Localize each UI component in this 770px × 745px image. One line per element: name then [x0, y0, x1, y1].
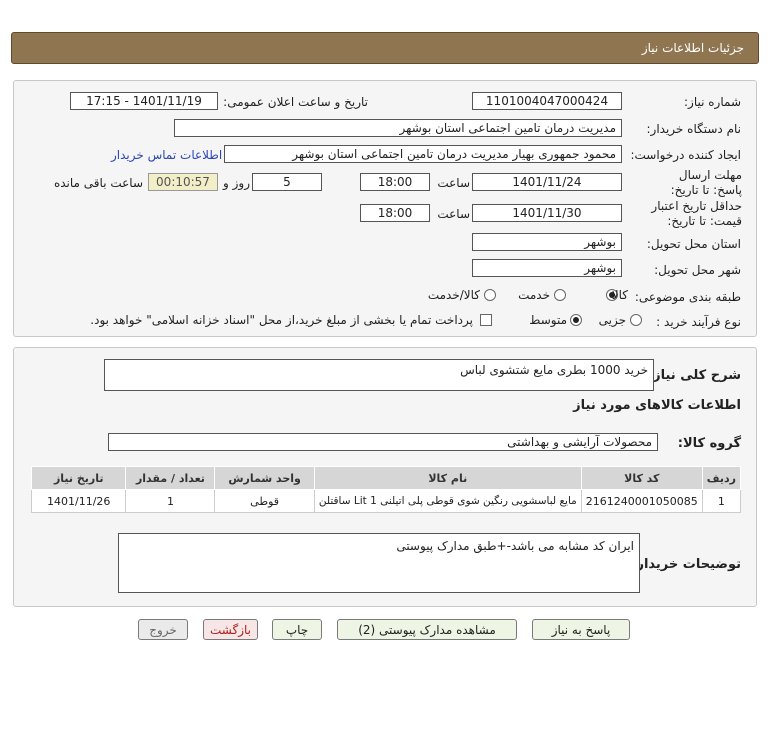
validity-date-field: 1401/11/30 — [472, 204, 622, 222]
summary-field: خرید 1000 بطری مایع شتشوی لباس — [104, 359, 654, 391]
buyer-contact-link[interactable]: اطلاعات تماس خریدار — [111, 148, 222, 162]
col-need-date: تاریخ نیاز — [30, 466, 127, 490]
announce-label: تاریخ و ساعت اعلان عمومی: — [223, 95, 368, 109]
col-goods-name: نام کالا — [313, 466, 582, 490]
validity-time-field: 18:00 — [360, 204, 430, 222]
goods-info-title: اطلاعات کالاهای مورد نیاز — [573, 398, 741, 413]
buyer-label: نام دستگاه خریدار: — [646, 122, 742, 136]
view-attachments-button[interactable]: مشاهده مدارک پیوستی (2) — [337, 619, 517, 640]
need-number-field: 1101004047000424 — [472, 92, 622, 110]
goods-table: ردیف کد کالا نام کالا واحد شمارش تعداد /… — [30, 466, 742, 513]
remaining-label: ساعت باقی مانده — [53, 176, 143, 190]
col-quantity: تعداد / مقدار — [125, 466, 216, 490]
process-minor-label: جزیی — [598, 313, 626, 327]
treasury-payment-note: پرداخت تمام یا بخشی از مبلغ خرید،از محل … — [90, 313, 473, 327]
cell-quantity: 1 — [125, 489, 216, 513]
deadline-time-field: 18:00 — [360, 173, 430, 191]
province-field: بوشهر — [472, 233, 622, 251]
deadline-date-field: 1401/11/24 — [472, 173, 622, 191]
process-medium-label: متوسط — [529, 313, 567, 327]
category-service-radio[interactable] — [554, 289, 566, 301]
buyer-field: مدیریت درمان تامین اجتماعی استان بوشهر — [174, 119, 622, 137]
deadline-label: مهلت ارسال پاسخ: تا تاریخ: — [670, 168, 742, 197]
cell-unit: قوطی — [214, 489, 315, 513]
treasury-payment-checkbox[interactable] — [480, 314, 492, 326]
summary-label: شرح کلی نیاز: — [647, 368, 741, 383]
page-header: جزئیات اطلاعات نیاز — [11, 32, 759, 64]
category-goods-service-radio[interactable] — [484, 289, 496, 301]
days-label: روز و — [223, 176, 250, 190]
remaining-time-field: 00:10:57 — [148, 173, 218, 191]
reply-button[interactable]: پاسخ به نیاز — [532, 619, 630, 640]
buyer-notes-field: ایران کد مشابه می باشد-+طبق مدارک پیوستی — [118, 533, 640, 593]
process-label: نوع فرآیند خرید : — [656, 315, 741, 329]
cell-need-date: 1401/11/26 — [30, 489, 127, 513]
city-label: شهر محل تحویل: — [654, 263, 741, 277]
goods-group-field: محصولات آرایشی و بهداشتی — [108, 433, 658, 451]
print-button[interactable]: چاپ — [272, 619, 322, 640]
cell-goods-name: مایع لباسشویی رنگین شوی قوطی پلی اتیلنی … — [313, 489, 582, 513]
buyer-notes-label: توضیحات خریدار: — [631, 557, 741, 572]
creator-label: ایجاد کننده درخواست: — [630, 148, 741, 162]
validity-time-label: ساعت — [437, 207, 470, 221]
need-number-label: شماره نیاز: — [684, 95, 741, 109]
category-service-label: خدمت — [518, 288, 550, 302]
category-label: طبقه بندی موضوعی: — [634, 290, 741, 304]
deadline-time-label: ساعت — [437, 176, 470, 190]
col-unit: واحد شمارش — [214, 466, 315, 490]
cell-row-number: 1 — [701, 489, 742, 513]
validity-label: حداقل تاریخ اعتبار قیمت: تا تاریخ: — [651, 199, 742, 228]
exit-button[interactable]: خروج — [138, 619, 188, 640]
goods-group-label: گروه کالا: — [677, 436, 741, 451]
page-title: جزئیات اطلاعات نیاز — [641, 41, 744, 55]
table-row: 1 2161240001050085 مایع لباسشویی رنگین ش… — [30, 489, 742, 513]
process-minor-radio[interactable] — [630, 314, 642, 326]
days-field: 5 — [252, 173, 322, 191]
creator-field: محمود جمهوری بهیار مدیریت درمان تامین اج… — [224, 145, 622, 163]
back-button[interactable]: بازگشت — [203, 619, 258, 640]
cell-goods-code: 2161240001050085 — [580, 489, 703, 513]
col-goods-code: کد کالا — [580, 466, 703, 490]
process-medium-radio[interactable] — [570, 314, 582, 326]
announce-field: 1401/11/19 - 17:15 — [70, 92, 218, 110]
col-row-number: ردیف — [701, 466, 742, 490]
goods-table-header: ردیف کد کالا نام کالا واحد شمارش تعداد /… — [30, 466, 742, 490]
category-goods-label: کالا — [611, 288, 628, 302]
province-label: استان محل تحویل: — [646, 237, 741, 251]
city-field: بوشهر — [472, 259, 622, 277]
category-goods-service-label: کالا/خدمت — [427, 288, 480, 302]
